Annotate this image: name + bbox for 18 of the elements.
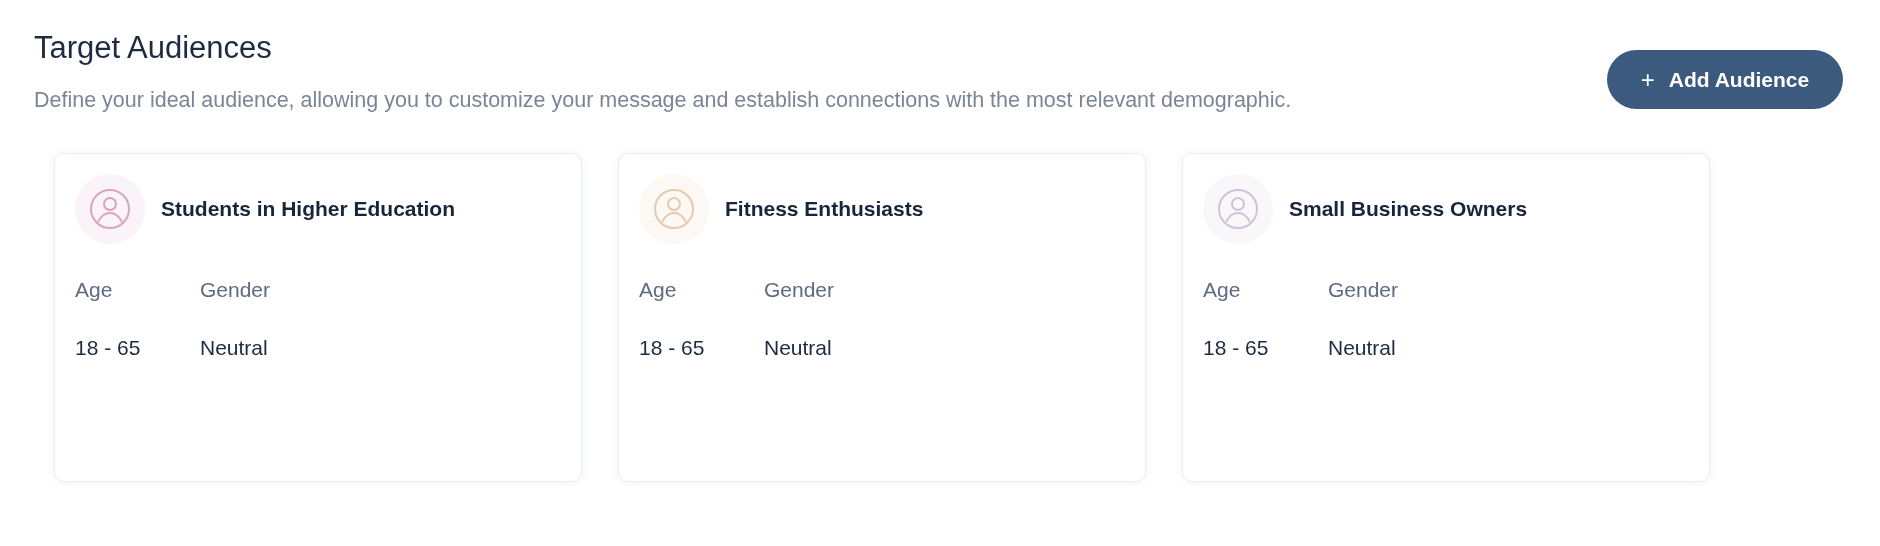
field-label: Age (75, 278, 114, 302)
field-label: Age (1203, 278, 1242, 302)
audience-name: Small Business Owners (1289, 197, 1528, 221)
field-label: Gender (200, 278, 272, 302)
field-label: Gender (1328, 278, 1400, 302)
field-value: 18 - 65 (639, 336, 706, 360)
field-label: Gender (764, 278, 836, 302)
field-value: 18 - 65 (75, 336, 142, 360)
field-value: Neutral (764, 336, 833, 360)
audience-name: Students in Higher Education (161, 197, 455, 221)
audience-name: Fitness Enthusiasts (725, 197, 924, 221)
add-audience-button[interactable]: + Add Audience (1607, 50, 1843, 109)
field-label: Age (639, 278, 678, 302)
field-value: 18 - 65 (1203, 336, 1270, 360)
page-title: Target Audiences (34, 30, 273, 66)
field-value: Neutral (1328, 336, 1397, 360)
field-value: Neutral (200, 336, 269, 360)
page-description: Define your ideal audience, allowing you to customize your message and establish connections with the most relevant demographic. (34, 88, 1292, 113)
